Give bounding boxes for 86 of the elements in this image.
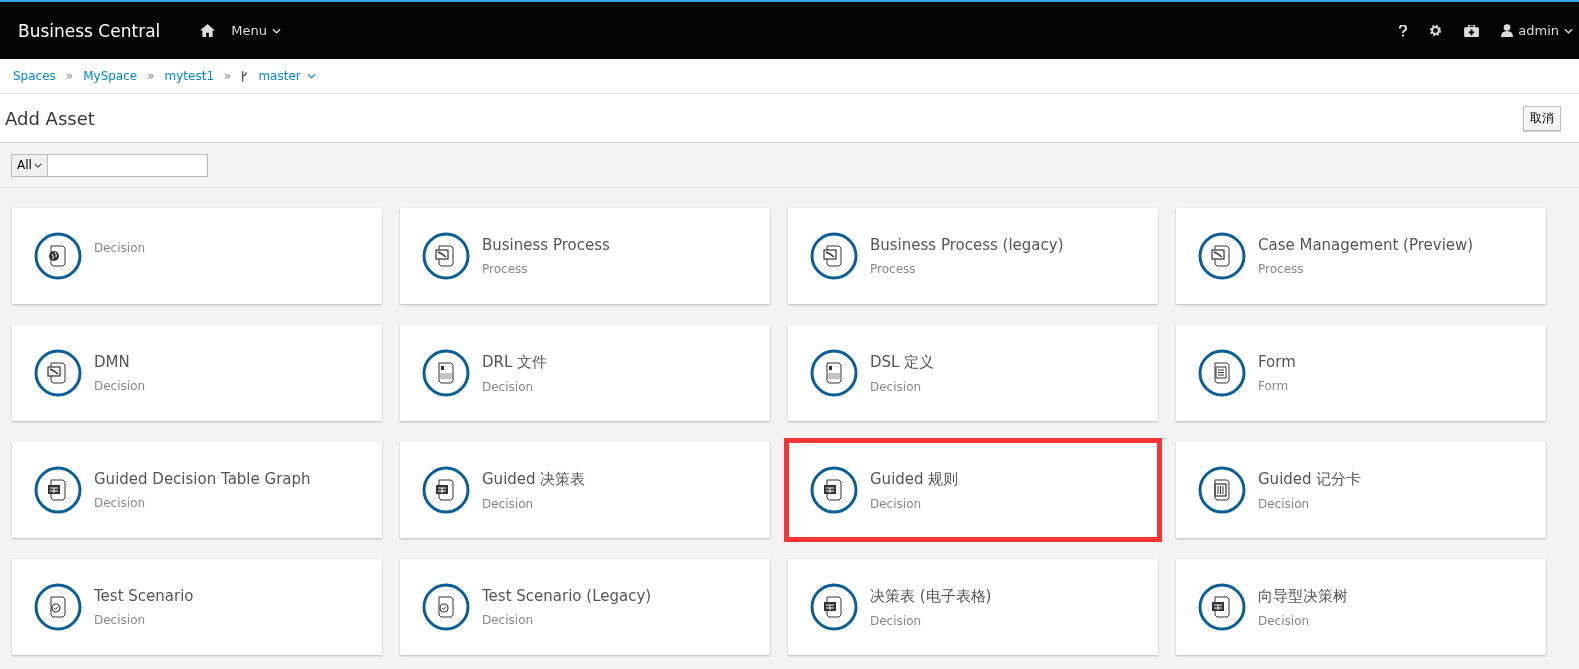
asset-category: Decision [870, 496, 923, 511]
asset-title: Test Scenario (Legacy) [482, 587, 652, 605]
asset-title: DMN [94, 353, 131, 371]
asset-card[interactable]: DMN Decision [12, 325, 382, 421]
asset-card[interactable]: Business Process (legacy) Process [788, 208, 1158, 304]
asset-card[interactable]: Business Process Process [400, 208, 770, 304]
asset-title: Guided 规则 [870, 469, 959, 489]
user-menu[interactable]: admin [1501, 23, 1573, 38]
document-icon [810, 583, 858, 631]
asset-title: 决策表 (电子表格) [870, 586, 992, 606]
briefcase-icon[interactable] [1464, 24, 1480, 37]
document-icon [422, 232, 470, 280]
asset-category: Process [870, 262, 917, 276]
menu-dropdown[interactable]: Menu [231, 23, 281, 38]
caret-icon [33, 162, 42, 168]
scope-dropdown[interactable]: All [11, 153, 48, 177]
asset-category: Decision [482, 613, 535, 627]
asset-category: Process [482, 262, 529, 276]
asset-category: Form [1258, 379, 1290, 393]
breadcrumb-separator: » [224, 69, 232, 83]
brand-title[interactable]: Business Central [18, 20, 161, 41]
branch-dropdown[interactable]: master [258, 69, 316, 83]
cancel-button[interactable]: 取消 [1523, 105, 1561, 131]
document-icon [1198, 349, 1246, 397]
asset-card[interactable]: Guided Decision Table Graph Decision [12, 442, 382, 538]
document-icon [34, 583, 82, 631]
asset-title: Form [1258, 353, 1296, 371]
asset-title: Guided 记分卡 [1258, 469, 1362, 489]
asset-category: Decision [482, 379, 535, 394]
asset-title: DRL 文件 [482, 352, 548, 372]
document-icon [1198, 466, 1246, 514]
asset-card[interactable]: Test Scenario (Legacy) Decision [400, 559, 770, 655]
document-icon [810, 349, 858, 397]
asset-title: Case Management (Preview) [1258, 236, 1474, 254]
asset-title: Guided Decision Table Graph [94, 470, 311, 488]
document-icon [34, 466, 82, 514]
asset-title: DSL 定义 [870, 352, 935, 372]
document-icon [422, 349, 470, 397]
home-icon[interactable] [200, 24, 216, 37]
document-icon [810, 466, 858, 514]
breadcrumb-link[interactable]: Spaces [13, 69, 56, 83]
asset-title: Business Process (legacy) [870, 236, 1064, 254]
document-icon [1198, 583, 1246, 631]
asset-category: Decision [870, 379, 923, 394]
branch-icon [241, 70, 249, 82]
asset-title: Business Process [482, 236, 610, 254]
asset-card[interactable]: Test Scenario Decision [12, 559, 382, 655]
asset-category: Decision [482, 496, 535, 511]
page-title: Add Asset [5, 107, 95, 129]
breadcrumb-separator: » [65, 69, 74, 83]
asset-card[interactable]: DRL 文件 Decision [400, 325, 770, 421]
asset-card[interactable]: 向导型决策树 Decision [1176, 559, 1546, 655]
breadcrumb-link[interactable]: mytest1 [164, 69, 215, 83]
document-icon [422, 583, 470, 631]
asset-category: Decision [1258, 613, 1311, 628]
settings-icon[interactable] [1429, 24, 1443, 37]
asset-category: Decision [94, 613, 147, 627]
document-icon [810, 232, 858, 280]
document-icon [34, 349, 82, 397]
user-icon [1501, 24, 1514, 37]
asset-card[interactable]: Case Management (Preview) Process [1176, 208, 1546, 304]
help-icon[interactable] [1399, 24, 1408, 37]
document-icon [34, 232, 82, 280]
asset-category: Decision [94, 241, 146, 255]
document-icon [1198, 232, 1246, 280]
asset-card[interactable]: Form Form [1176, 325, 1546, 421]
asset-category: Decision [1258, 496, 1311, 511]
document-icon [422, 466, 470, 514]
asset-category: Decision [94, 379, 146, 393]
caret-icon [1564, 27, 1573, 34]
asset-title: 向导型决策树 [1258, 586, 1348, 606]
asset-card[interactable]: DSL 定义 Decision [788, 325, 1158, 421]
caret-icon [306, 73, 316, 79]
asset-card[interactable]: Guided 决策表 Decision [400, 442, 770, 538]
asset-title: Guided 决策表 [482, 469, 586, 489]
caret-icon [272, 27, 281, 34]
asset-card[interactable]: Guided 记分卡 Decision [1176, 442, 1546, 538]
breadcrumb-separator: » [147, 69, 155, 83]
asset-card[interactable]: 决策表 (电子表格) Decision [788, 559, 1158, 655]
asset-category: Decision [870, 613, 923, 628]
filter-field[interactable] [47, 153, 208, 177]
asset-card[interactable]: Decision [12, 208, 382, 304]
asset-category: Decision [94, 496, 147, 510]
asset-title: Test Scenario [94, 587, 194, 605]
asset-category: Process [1258, 262, 1305, 276]
breadcrumb-link[interactable]: MySpace [83, 69, 138, 83]
